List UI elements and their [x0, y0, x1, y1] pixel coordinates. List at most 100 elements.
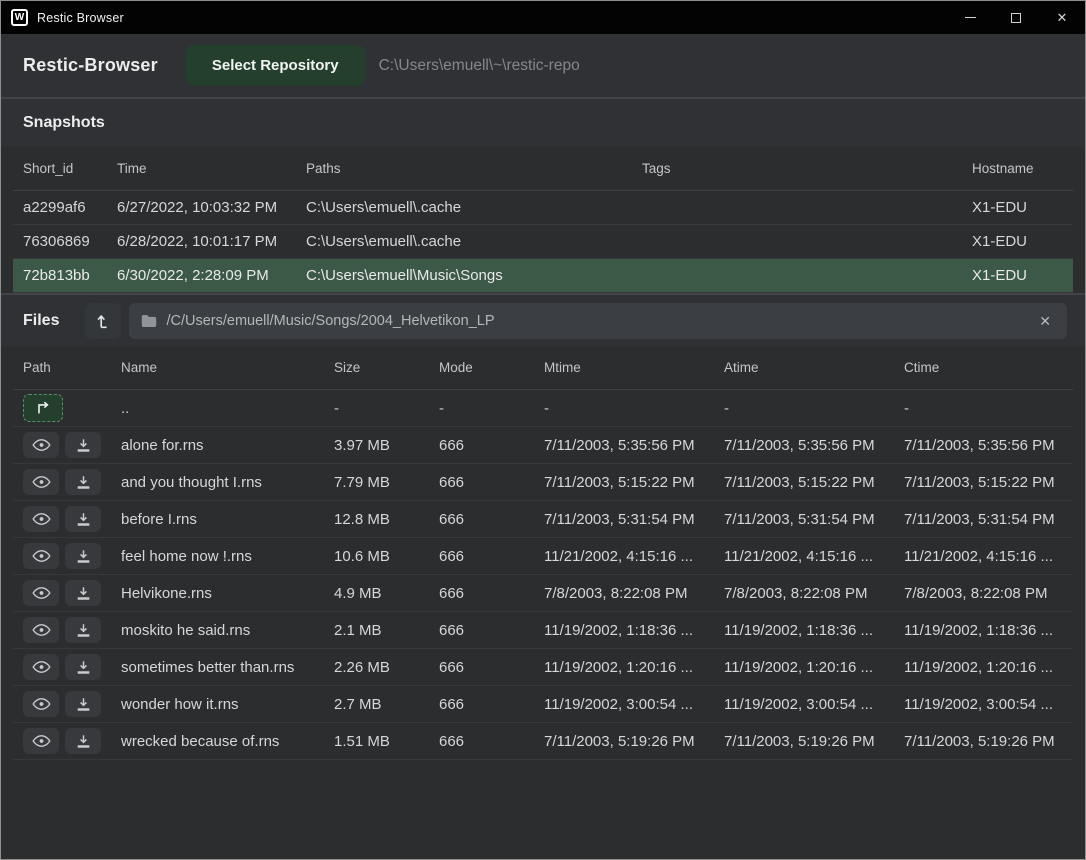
- file-size: 12.8 MB: [324, 501, 429, 537]
- snapshot-row-selected[interactable]: 72b813bb 6/30/2022, 2:28:09 PM C:\Users\…: [13, 259, 1073, 293]
- file-size: 2.1 MB: [324, 612, 429, 648]
- parent-directory-row[interactable]: .. - - - - -: [13, 390, 1073, 427]
- preview-file-button[interactable]: [23, 691, 59, 717]
- file-row[interactable]: alone for.rns 3.97 MB 666 7/11/2003, 5:3…: [13, 427, 1073, 464]
- files-table-header: Path Name Size Mode Mtime Atime Ctime: [13, 346, 1073, 390]
- download-icon: [76, 549, 91, 564]
- eye-icon: [32, 475, 51, 489]
- file-ctime: 7/11/2003, 5:31:54 PM: [894, 501, 1073, 537]
- file-size: 10.6 MB: [324, 538, 429, 574]
- titlebar: W Restic Browser ✕: [1, 1, 1085, 34]
- file-mtime: 7/11/2003, 5:31:54 PM: [534, 501, 714, 537]
- column-header-mtime: Mtime: [534, 346, 714, 389]
- preview-file-button[interactable]: [23, 654, 59, 680]
- download-file-button[interactable]: [65, 469, 101, 495]
- file-mode: 666: [429, 501, 534, 537]
- file-mtime: 11/19/2002, 1:18:36 ...: [534, 612, 714, 648]
- snapshot-time: 6/28/2022, 10:01:17 PM: [107, 225, 296, 258]
- snapshot-tags: [632, 259, 962, 292]
- file-atime: 7/11/2003, 5:15:22 PM: [714, 464, 894, 500]
- select-repository-button[interactable]: Select Repository: [186, 45, 365, 86]
- download-file-button[interactable]: [65, 691, 101, 717]
- preview-file-button[interactable]: [23, 469, 59, 495]
- preview-file-button[interactable]: [23, 728, 59, 754]
- preview-file-button[interactable]: [23, 432, 59, 458]
- file-ctime: 7/11/2003, 5:19:26 PM: [894, 723, 1073, 759]
- minimize-icon: [965, 17, 976, 18]
- parent-directory-button[interactable]: [85, 303, 121, 339]
- preview-file-button[interactable]: [23, 543, 59, 569]
- file-row[interactable]: wonder how it.rns 2.7 MB 666 11/19/2002,…: [13, 686, 1073, 723]
- file-mode: 666: [429, 538, 534, 574]
- file-atime: 7/8/2003, 8:22:08 PM: [714, 575, 894, 611]
- eye-icon: [32, 660, 51, 674]
- download-file-button[interactable]: [65, 580, 101, 606]
- preview-file-button[interactable]: [23, 580, 59, 606]
- window-title: Restic Browser: [37, 11, 124, 25]
- download-file-button[interactable]: [65, 543, 101, 569]
- file-name: moskito he said.rns: [111, 612, 324, 648]
- go-to-parent-button[interactable]: [23, 394, 63, 422]
- file-ctime: 7/11/2003, 5:15:22 PM: [894, 464, 1073, 500]
- column-header-hostname: Hostname: [962, 147, 1073, 190]
- eye-icon: [32, 512, 51, 526]
- snapshot-row[interactable]: 76306869 6/28/2022, 10:01:17 PM C:\Users…: [13, 225, 1073, 259]
- close-button[interactable]: ✕: [1039, 1, 1085, 34]
- download-icon: [76, 586, 91, 601]
- file-name: before I.rns: [111, 501, 324, 537]
- file-atime: -: [714, 390, 894, 426]
- eye-icon: [32, 734, 51, 748]
- column-header-paths: Paths: [296, 147, 632, 190]
- file-mtime: -: [534, 390, 714, 426]
- download-file-button[interactable]: [65, 617, 101, 643]
- column-header-tags: Tags: [632, 147, 962, 190]
- file-mode: -: [429, 390, 534, 426]
- file-name: ..: [111, 390, 324, 426]
- file-rows: alone for.rns 3.97 MB 666 7/11/2003, 5:3…: [13, 427, 1073, 760]
- file-mode: 666: [429, 723, 534, 759]
- file-row[interactable]: and you thought I.rns 7.79 MB 666 7/11/2…: [13, 464, 1073, 501]
- snapshot-tags: [632, 225, 962, 258]
- snapshots-table-header: Short_id Time Paths Tags Hostname: [13, 147, 1073, 191]
- app-window: W Restic Browser ✕ Restic-Browser Select…: [0, 0, 1086, 860]
- download-icon: [76, 660, 91, 675]
- file-row[interactable]: feel home now !.rns 10.6 MB 666 11/21/20…: [13, 538, 1073, 575]
- preview-file-button[interactable]: [23, 506, 59, 532]
- download-file-button[interactable]: [65, 654, 101, 680]
- preview-file-button[interactable]: [23, 617, 59, 643]
- file-row[interactable]: wrecked because of.rns 1.51 MB 666 7/11/…: [13, 723, 1073, 760]
- file-mtime: 7/11/2003, 5:35:56 PM: [534, 427, 714, 463]
- download-file-button[interactable]: [65, 432, 101, 458]
- snapshot-hostname: X1-EDU: [962, 259, 1073, 292]
- file-name: Helvikone.rns: [111, 575, 324, 611]
- column-header-mode: Mode: [429, 346, 534, 389]
- download-file-button[interactable]: [65, 506, 101, 532]
- maximize-button[interactable]: [993, 1, 1039, 34]
- file-row[interactable]: moskito he said.rns 2.1 MB 666 11/19/200…: [13, 612, 1073, 649]
- close-icon: ✕: [1057, 11, 1068, 24]
- file-mode: 666: [429, 575, 534, 611]
- snapshot-row[interactable]: a2299af6 6/27/2022, 10:03:32 PM C:\Users…: [13, 191, 1073, 225]
- file-mode: 666: [429, 649, 534, 685]
- file-mode: 666: [429, 427, 534, 463]
- download-icon: [76, 623, 91, 638]
- file-row[interactable]: before I.rns 12.8 MB 666 7/11/2003, 5:31…: [13, 501, 1073, 538]
- download-file-button[interactable]: [65, 728, 101, 754]
- minimize-button[interactable]: [947, 1, 993, 34]
- snapshot-time: 6/27/2022, 10:03:32 PM: [107, 191, 296, 224]
- column-header-ctime: Ctime: [894, 346, 1073, 389]
- eye-icon: [32, 586, 51, 600]
- file-name: wrecked because of.rns: [111, 723, 324, 759]
- file-mtime: 11/21/2002, 4:15:16 ...: [534, 538, 714, 574]
- file-row[interactable]: sometimes better than.rns 2.26 MB 666 11…: [13, 649, 1073, 686]
- clear-path-button[interactable]: ✕: [1035, 312, 1055, 330]
- file-name: wonder how it.rns: [111, 686, 324, 722]
- file-path-input[interactable]: /C/Users/emuell/Music/Songs/2004_Helveti…: [129, 303, 1067, 339]
- file-row[interactable]: Helvikone.rns 4.9 MB 666 7/8/2003, 8:22:…: [13, 575, 1073, 612]
- file-size: 1.51 MB: [324, 723, 429, 759]
- file-ctime: 11/19/2002, 3:00:54 ...: [894, 686, 1073, 722]
- files-section-header: Files /C/Users/emuell/Music/Songs/2004_H…: [1, 293, 1085, 346]
- snapshot-paths: C:\Users\emuell\.cache: [296, 225, 632, 258]
- file-atime: 11/21/2002, 4:15:16 ...: [714, 538, 894, 574]
- file-size: 3.97 MB: [324, 427, 429, 463]
